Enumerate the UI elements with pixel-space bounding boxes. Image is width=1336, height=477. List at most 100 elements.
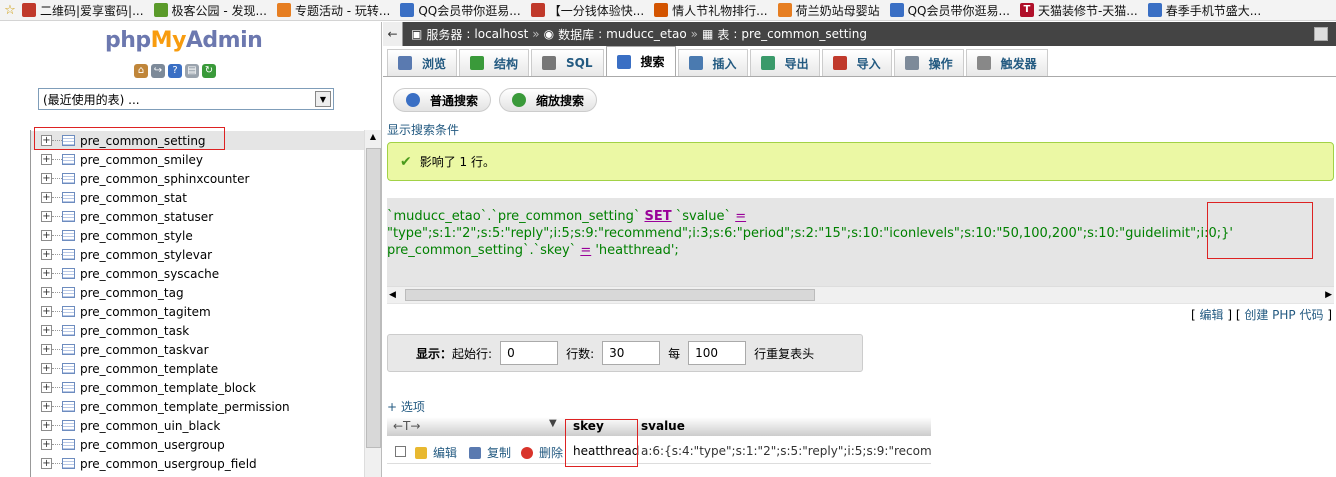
recent-tables-select[interactable]: (最近使用的表) ... ▼: [38, 88, 334, 110]
sidebar-table-item[interactable]: + pre_common_syscache: [31, 264, 364, 283]
edit-link[interactable]: 编辑: [1200, 308, 1224, 322]
expand-icon[interactable]: +: [41, 192, 52, 203]
sql-horizontal-scrollbar[interactable]: ◀ ▶: [387, 286, 1334, 303]
scroll-right-icon[interactable]: ▶: [1325, 290, 1332, 300]
sidebar-table-name[interactable]: pre_common_task: [80, 324, 189, 338]
scrollbar-thumb[interactable]: [405, 289, 815, 301]
expand-icon[interactable]: +: [41, 401, 52, 412]
sidebar-table-item[interactable]: + pre_common_template_permission: [31, 397, 364, 416]
tab-sql[interactable]: SQL: [531, 49, 604, 76]
sidebar-table-name[interactable]: pre_common_taskvar: [80, 343, 209, 357]
help-icon[interactable]: ?: [168, 64, 182, 78]
sidebar-table-name[interactable]: pre_common_usergroup_field: [80, 457, 257, 471]
expand-icon[interactable]: +: [41, 325, 52, 336]
bookmark-item[interactable]: T 天猫装修节-天猫...: [1016, 0, 1144, 20]
tab-import[interactable]: 导入: [821, 49, 892, 76]
expand-icon[interactable]: +: [41, 211, 52, 222]
reload-icon[interactable]: ↻: [202, 64, 216, 78]
phpmyadmin-logo[interactable]: phpMyAdmin: [105, 28, 263, 53]
table-icon[interactable]: [62, 211, 75, 222]
tab-browse[interactable]: 浏览: [387, 49, 458, 76]
bookmark-item[interactable]: 情人节礼物排行...: [650, 0, 773, 20]
expand-icon[interactable]: +: [41, 154, 52, 165]
sidebar-table-item[interactable]: + pre_common_usergroup_field: [31, 454, 364, 473]
collapse-icon[interactable]: [1314, 27, 1328, 41]
table-icon[interactable]: [62, 382, 75, 393]
sidebar-table-name[interactable]: pre_common_tag: [80, 286, 184, 300]
show-search-conditions-link[interactable]: 显示搜索条件: [387, 121, 459, 138]
sidebar-table-item[interactable]: + pre_common_taskvar: [31, 340, 364, 359]
sidebar-table-item[interactable]: + pre_common_statuser: [31, 207, 364, 226]
expand-icon[interactable]: +: [41, 458, 52, 469]
table-icon[interactable]: [62, 154, 75, 165]
tab-structure[interactable]: 结构: [459, 49, 530, 76]
sidebar-table-item[interactable]: + pre_common_stat: [31, 188, 364, 207]
expand-icon[interactable]: +: [41, 268, 52, 279]
sidebar-table-name[interactable]: pre_common_template: [80, 362, 218, 376]
tab-insert[interactable]: 插入: [677, 49, 748, 76]
scroll-up-icon[interactable]: ▲: [367, 132, 379, 144]
expand-icon[interactable]: +: [41, 173, 52, 184]
sidebar-table-name[interactable]: pre_common_template_block: [80, 381, 256, 395]
sidebar-table-item[interactable]: + pre_common_template_block: [31, 378, 364, 397]
bookmark-item[interactable]: QQ会员带你逛易...: [396, 0, 526, 20]
sidebar-table-name[interactable]: pre_common_statuser: [80, 210, 213, 224]
bookmark-item[interactable]: 专题活动 - 玩转...: [273, 0, 396, 20]
table-icon[interactable]: [62, 230, 75, 241]
breadcrumb-server[interactable]: localhost: [474, 27, 528, 41]
bookmark-item[interactable]: 【一分钱体验快...: [527, 0, 650, 20]
table-icon[interactable]: [62, 344, 75, 355]
expand-icon[interactable]: +: [41, 382, 52, 393]
table-icon[interactable]: [62, 173, 75, 184]
expand-icon[interactable]: +: [41, 287, 52, 298]
back-icon[interactable]: ←: [383, 22, 403, 46]
expand-icon[interactable]: +: [41, 439, 52, 450]
sidebar-table-name[interactable]: pre_common_stat: [80, 191, 187, 205]
table-icon[interactable]: [62, 439, 75, 450]
sidebar-table-item[interactable]: + pre_common_uin_black: [31, 416, 364, 435]
bookmark-item[interactable]: 二维码|爱享蜜码|...: [18, 0, 150, 20]
cell-svalue[interactable]: a:6:{s:4:"type";s:1:"2";s:5:"reply";i:5;…: [641, 444, 931, 458]
sidebar-table-name[interactable]: pre_common_usergroup: [80, 438, 225, 452]
star-icon[interactable]: ☆: [2, 3, 18, 18]
sidebar-table-item[interactable]: + pre_common_tagitem: [31, 302, 364, 321]
sidebar-table-name[interactable]: pre_common_template_permission: [80, 400, 290, 414]
expand-icon[interactable]: +: [41, 306, 52, 317]
sidebar-table-item[interactable]: + pre_common_stylevar: [31, 245, 364, 264]
table-icon[interactable]: [62, 268, 75, 279]
expand-icon[interactable]: +: [41, 249, 52, 260]
scrollbar-thumb[interactable]: [366, 148, 381, 448]
home-icon[interactable]: ⌂: [134, 64, 148, 78]
row-copy-action[interactable]: 复制: [469, 444, 511, 461]
sidebar-table-item[interactable]: + pre_common_smiley: [31, 150, 364, 169]
sidebar-table-item[interactable]: + pre_common_usergroup: [31, 435, 364, 454]
row-edit-action[interactable]: 编辑: [415, 444, 457, 461]
breadcrumb-table[interactable]: pre_common_setting: [741, 27, 867, 41]
sidebar-table-item[interactable]: + pre_common_tag: [31, 283, 364, 302]
bookmark-item[interactable]: 极客公园 - 发现...: [150, 0, 273, 20]
table-icon[interactable]: [62, 458, 75, 469]
scroll-left-icon[interactable]: ◀: [389, 290, 396, 300]
table-icon[interactable]: [62, 306, 75, 317]
tab-search[interactable]: 搜索: [605, 46, 676, 76]
expand-icon[interactable]: +: [41, 230, 52, 241]
tab-trigger[interactable]: 触发器: [965, 49, 1048, 76]
start-row-input[interactable]: [500, 341, 559, 365]
sidebar-table-name[interactable]: pre_common_style: [80, 229, 193, 243]
expand-icon[interactable]: +: [41, 420, 52, 431]
docs-icon[interactable]: ▤: [185, 64, 199, 78]
sidebar-table-name[interactable]: pre_common_sphinxcounter: [80, 172, 249, 186]
sidebar-table-name[interactable]: pre_common_tagitem: [80, 305, 211, 319]
column-header-svalue[interactable]: svalue: [641, 419, 685, 433]
table-icon[interactable]: [62, 249, 75, 260]
chevron-down-icon[interactable]: ▼: [315, 91, 331, 107]
bookmark-item[interactable]: 春季手机节盛大...: [1144, 0, 1267, 20]
table-icon[interactable]: [62, 192, 75, 203]
bookmark-item[interactable]: 荷兰奶站母婴站: [774, 0, 886, 20]
expand-icon[interactable]: +: [41, 344, 52, 355]
row-count-input[interactable]: [602, 341, 661, 365]
tree-scrollbar[interactable]: ▲: [364, 130, 381, 477]
sort-down-icon[interactable]: ▼: [549, 418, 557, 429]
sidebar-table-name[interactable]: pre_common_stylevar: [80, 248, 212, 262]
create-php-code-link[interactable]: 创建 PHP 代码: [1244, 308, 1323, 322]
